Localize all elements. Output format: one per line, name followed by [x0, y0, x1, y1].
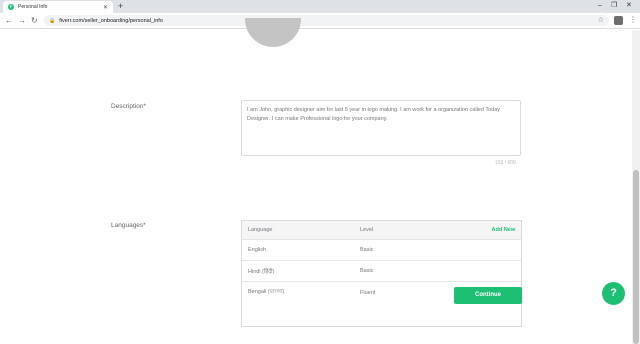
forward-icon[interactable]: →: [18, 16, 26, 25]
add-new-language-button[interactable]: Add New: [491, 227, 515, 233]
languages-table: Language Level Add New English Basic Hin…: [241, 220, 522, 327]
language-cell: Bengali (বাংলা): [248, 288, 285, 295]
page-scrollbar[interactable]: [632, 30, 640, 344]
browser-toolbar: ← → ↻ 🔒 fiverr.com/seller_onboarding/per…: [0, 13, 640, 29]
menu-icon[interactable]: ⋮: [629, 15, 637, 24]
tab-close-icon[interactable]: ✕: [103, 4, 108, 11]
languages-label: Languages*: [111, 222, 146, 229]
languages-table-header: Language Level Add New: [242, 221, 521, 240]
profile-photo[interactable]: [245, 18, 301, 47]
maximize-button[interactable]: ❐: [611, 1, 617, 11]
table-row[interactable]: Hindi (हिंदी) Basic: [242, 261, 521, 282]
new-tab-button[interactable]: +: [118, 1, 123, 12]
page-content: Description* I am John, graphic designer…: [0, 18, 632, 344]
back-icon[interactable]: ←: [5, 16, 13, 25]
language-cell: Hindi (हिंदी): [248, 269, 275, 275]
minimize-button[interactable]: –: [598, 1, 602, 11]
description-textarea[interactable]: I am John, graphic designer aim for last…: [241, 100, 521, 156]
continue-button[interactable]: Continue: [454, 287, 522, 304]
level-cell: Fluent: [360, 289, 376, 296]
language-cell: English: [248, 247, 267, 253]
profile-avatar[interactable]: [614, 16, 623, 25]
level-cell: Basic: [360, 247, 374, 253]
close-window-button[interactable]: ✕: [626, 1, 632, 11]
tab-title: Personal Info: [18, 4, 48, 10]
description-char-counter: 153 / 600: [495, 160, 516, 166]
address-bar[interactable]: 🔒 fiverr.com/seller_onboarding/personal_…: [44, 15, 609, 26]
level-cell: Basic: [360, 268, 374, 274]
scrollbar-thumb[interactable]: [633, 170, 639, 344]
tab-personal-info[interactable]: F Personal Info ✕: [3, 1, 113, 13]
language-column-header: Language: [248, 227, 273, 233]
url-text: fiverr.com/seller_onboarding/personal_in…: [59, 17, 163, 24]
bookmark-star-icon[interactable]: ☆: [598, 16, 604, 24]
table-row[interactable]: English Basic: [242, 240, 521, 261]
reload-icon[interactable]: ↻: [31, 16, 38, 25]
lock-icon: 🔒: [49, 17, 56, 24]
fiverr-favicon-icon: F: [8, 4, 14, 10]
tab-strip: F Personal Info ✕ + – ❐ ✕: [0, 0, 640, 13]
level-column-header: Level: [360, 227, 374, 233]
description-label: Description*: [111, 103, 147, 110]
help-button[interactable]: ?: [602, 282, 625, 305]
